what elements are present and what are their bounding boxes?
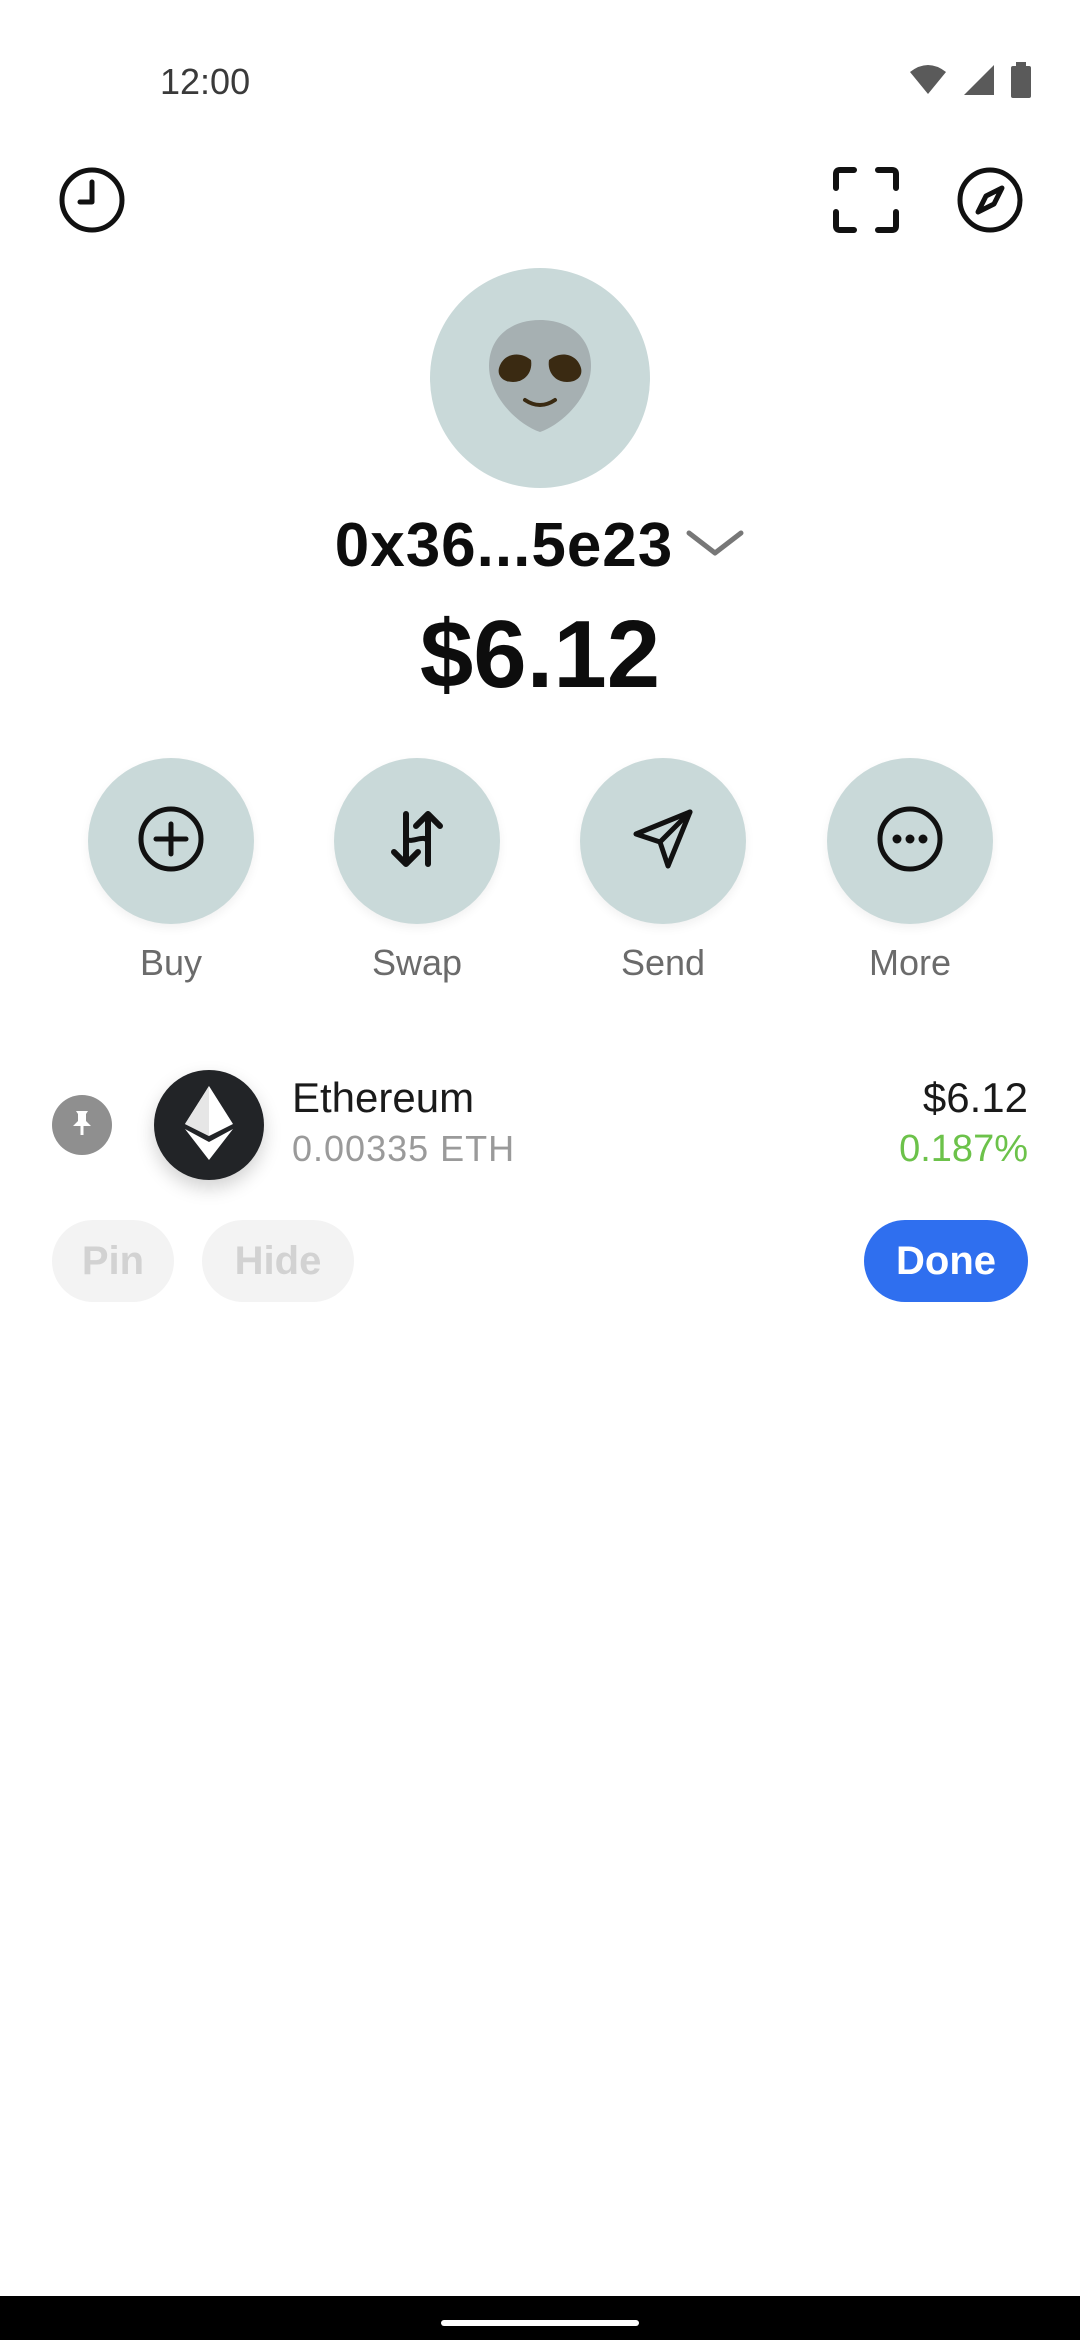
gesture-handle[interactable] — [441, 2320, 639, 2326]
swap-button[interactable]: Swap — [334, 758, 500, 984]
done-button[interactable]: Done — [864, 1220, 1028, 1302]
more-button[interactable]: More — [827, 758, 993, 984]
system-nav-bar — [0, 2296, 1080, 2340]
buy-button[interactable]: Buy — [88, 758, 254, 984]
token-name: Ethereum — [292, 1074, 475, 1121]
buy-label: Buy — [139, 942, 203, 983]
compass-icon — [956, 166, 1024, 239]
swap-label: Swap — [371, 942, 463, 983]
pin-indicator[interactable] — [52, 1095, 112, 1155]
token-change: 0.187% — [899, 1128, 1028, 1170]
pin-button[interactable]: Pin — [52, 1220, 174, 1302]
chevron-down-icon — [685, 525, 745, 566]
signal-icon — [962, 63, 996, 102]
explore-button[interactable] — [948, 160, 1032, 244]
battery-icon — [1010, 62, 1032, 103]
wifi-icon — [908, 64, 948, 101]
token-logo[interactable] — [154, 1070, 264, 1180]
alien-icon — [485, 316, 595, 441]
status-icons — [908, 62, 1032, 103]
total-balance: $6.12 — [419, 601, 661, 708]
hide-button[interactable]: Hide — [202, 1220, 354, 1302]
more-dots-icon — [875, 804, 945, 879]
scan-icon — [832, 166, 900, 239]
send-label: Send — [620, 942, 706, 983]
more-label: More — [868, 942, 952, 983]
history-icon — [58, 166, 126, 239]
send-icon — [628, 804, 698, 879]
send-button[interactable]: Send — [580, 758, 746, 984]
plus-circle-icon — [136, 804, 206, 879]
history-button[interactable] — [50, 160, 134, 244]
ethereum-icon — [183, 1084, 235, 1167]
status-time: 12:00 — [160, 61, 251, 102]
token-value: $6.12 — [922, 1074, 1028, 1121]
account-avatar[interactable] — [430, 268, 650, 488]
account-selector[interactable]: 0x36...5e23 — [0, 510, 1080, 581]
token-amount: 0.00335 ETH — [292, 1128, 516, 1169]
pin-icon — [67, 1108, 97, 1143]
swap-arrows-icon — [382, 804, 452, 879]
scan-button[interactable] — [824, 160, 908, 244]
wallet-address: 0x36...5e23 — [334, 511, 674, 580]
